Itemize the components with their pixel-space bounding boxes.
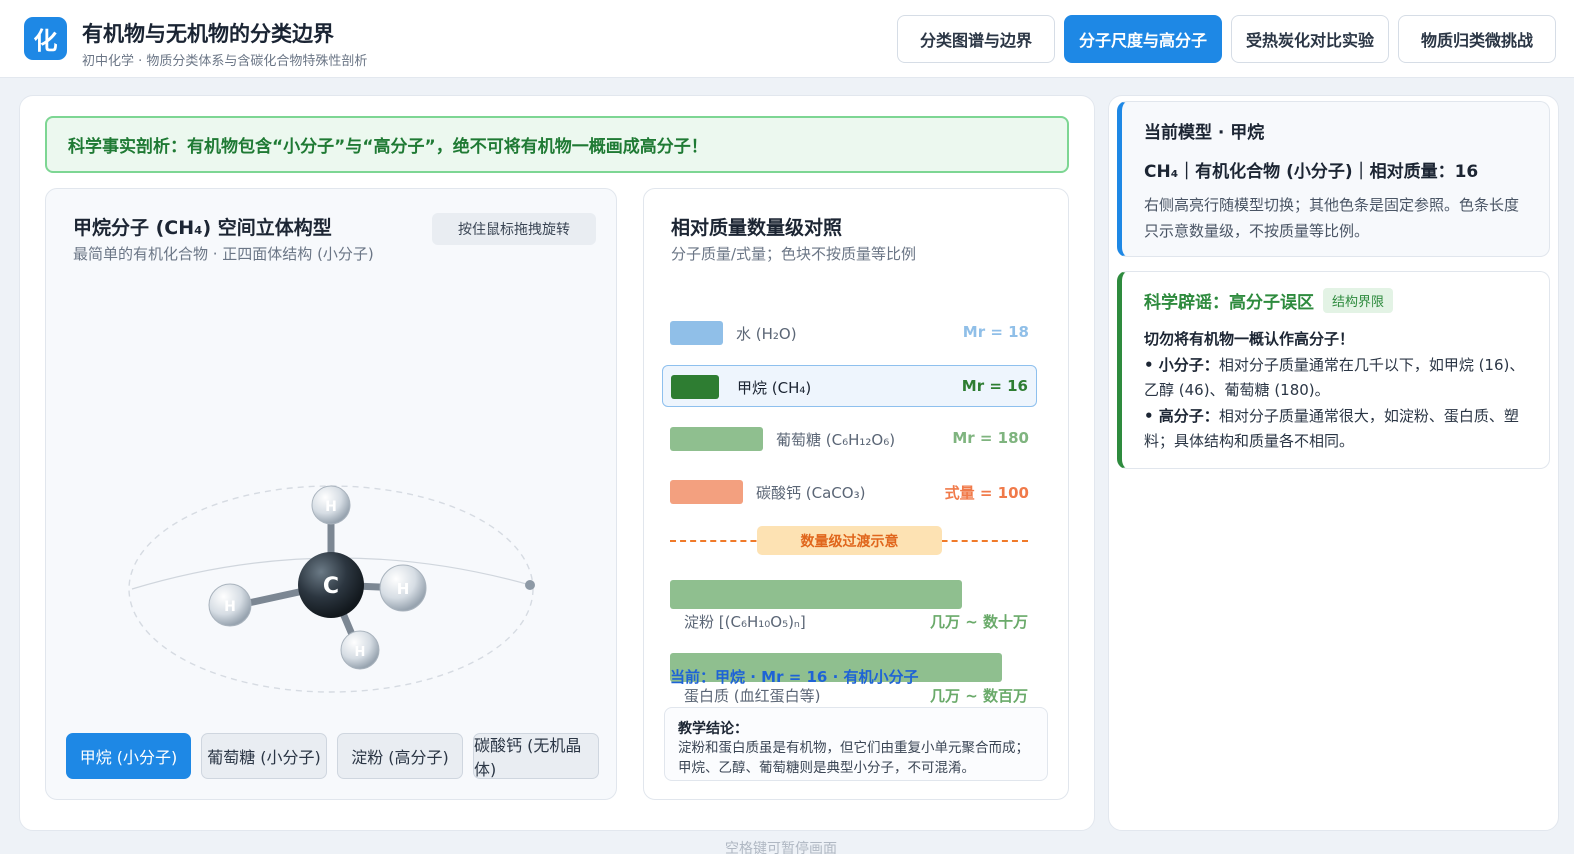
svg-text:H: H <box>325 499 337 515</box>
myth-badge: 结构界限 <box>1323 288 1394 313</box>
methane-3d-model[interactable]: H H C H H <box>46 279 618 719</box>
scale-row-mr: 式量 = 100 <box>944 484 1029 502</box>
mass-scale-panel: 相对质量数量级对照 分子质量/式量；色块不按质量等比例 水 (H₂O) Mr =… <box>643 188 1069 800</box>
fact-banner: 科学事实剖析：有机物包含“小分子”与“高分子”，绝不可将有机物一概画成高分子！ <box>45 116 1069 173</box>
orbit-dot <box>525 580 535 590</box>
molecule-model-panel: 甲烷分子 (CH₄) 空间立体构型 最简单的有机化合物 · 正四面体结构 (小分… <box>45 188 617 800</box>
starch-bar <box>670 580 962 609</box>
scale-row-name: 葡萄糖 (C₆H₁₂O₆) <box>776 431 896 449</box>
scale-bar <box>670 480 743 504</box>
protein-range: 几万 ~ 数百万 <box>929 687 1028 705</box>
myth-body: 切勿将有机物一概认作高分子！ • 小分子：相对分子质量通常在几千以下，如甲烷 (… <box>1144 327 1531 455</box>
info-sidebar: 当前模型 · 甲烷 CH₄｜有机化合物 (小分子)｜相对质量：16 右侧高亮行随… <box>1108 95 1559 831</box>
svg-text:H: H <box>397 580 410 598</box>
conclusion-title: 教学结论： <box>678 721 748 737</box>
app-title: 有机物与无机物的分类边界 <box>82 22 334 46</box>
small-molecule-label: • 小分子： <box>1144 355 1219 374</box>
scale-row-water: 水 (H₂O) Mr = 18 <box>662 312 1037 354</box>
scale-row-glucose: 葡萄糖 (C₆H₁₂O₆) Mr = 180 <box>662 418 1037 460</box>
myth-head: 切勿将有机物一概认作高分子！ <box>1144 330 1355 348</box>
main-card: 科学事实剖析：有机物包含“小分子”与“高分子”，绝不可将有机物一概画成高分子！ … <box>19 95 1095 831</box>
myth-title: 科学辟谣：高分子误区 结构界限 <box>1144 288 1531 313</box>
tab-classification-challenge[interactable]: 物质归类微挑战 <box>1398 15 1556 63</box>
model-button-glucose[interactable]: 葡萄糖 (小分子) <box>201 733 327 779</box>
model-switcher: 甲烷 (小分子) 葡萄糖 (小分子) 淀粉 (高分子) 碳酸钙 (无机晶体) <box>66 733 599 779</box>
tab-classification-map[interactable]: 分类图谱与边界 <box>897 15 1055 63</box>
hydrogen-atom: H <box>311 485 351 525</box>
tab-bar: 分类图谱与边界 分子尺度与高分子 受热炭化对比实验 物质归类微挑战 <box>897 15 1556 63</box>
conclusion-line: 甲烷、乙醇、葡萄糖则是典型小分子，不可混淆。 <box>678 760 975 776</box>
scale-bar <box>671 375 719 399</box>
model-button-calcium-carbonate[interactable]: 碳酸钙 (无机晶体) <box>473 733 599 779</box>
scale-row-mr: Mr = 16 <box>961 377 1028 395</box>
tab-carbonization-experiment[interactable]: 受热炭化对比实验 <box>1231 15 1389 63</box>
macromolecule-label: • 高分子： <box>1144 406 1219 425</box>
model-title: 甲烷分子 (CH₄) 空间立体构型 <box>73 217 332 239</box>
carbon-atom: C <box>298 552 364 618</box>
current-model-indicator: 当前：甲烷 · Mr = 16 · 有机小分子 <box>670 668 919 686</box>
scale-row-name: 水 (H₂O) <box>736 325 797 343</box>
starch-name: 淀粉 [(C₆H₁₀O₅)ₙ] <box>684 613 806 631</box>
hydrogen-atom: H <box>340 630 380 670</box>
svg-text:C: C <box>323 574 339 599</box>
current-model-title: 当前模型 · 甲烷 <box>1144 123 1265 143</box>
current-model-summary: CH₄｜有机化合物 (小分子)｜相对质量：16 <box>1144 162 1479 182</box>
scale-row-name: 甲烷 (CH₄) <box>737 379 812 397</box>
myth-title-text: 科学辟谣：高分子误区 <box>1144 293 1314 313</box>
model-subtitle: 最简单的有机化合物 · 正四面体结构 (小分子) <box>73 245 374 263</box>
app-header: 化 有机物与无机物的分类边界 初中化学 · 物质分类体系与含碳化合物特殊性剖析 … <box>0 0 1574 78</box>
hydrogen-atom: H <box>379 564 427 612</box>
scale-subtitle: 分子质量/式量；色块不按质量等比例 <box>671 245 917 263</box>
model-button-methane[interactable]: 甲烷 (小分子) <box>66 733 191 779</box>
svg-text:H: H <box>355 645 366 660</box>
app-logo: 化 <box>24 17 67 60</box>
current-model-card: 当前模型 · 甲烷 CH₄｜有机化合物 (小分子)｜相对质量：16 右侧高亮行随… <box>1117 101 1550 257</box>
scale-title: 相对质量数量级对照 <box>671 217 843 239</box>
model-button-starch[interactable]: 淀粉 (高分子) <box>337 733 463 779</box>
teaching-conclusion: 教学结论： 淀粉和蛋白质虽是有机物，但它们由重复小单元聚合而成； 甲烷、乙醇、葡… <box>664 707 1048 781</box>
rotate-hint-button[interactable]: 按住鼠标拖拽旋转 <box>432 213 596 245</box>
protein-name: 蛋白质 (血红蛋白等) <box>684 687 821 705</box>
transition-label: 数量级过渡示意 <box>757 526 942 555</box>
scale-row-mr: Mr = 180 <box>952 429 1029 447</box>
app-subtitle: 初中化学 · 物质分类体系与含碳化合物特殊性剖析 <box>82 54 368 69</box>
svg-text:H: H <box>224 599 236 615</box>
scale-row-calcium-carbonate: 碳酸钙 (CaCO₃) 式量 = 100 <box>662 471 1037 513</box>
conclusion-line: 淀粉和蛋白质虽是有机物，但它们由重复小单元聚合而成； <box>678 740 1029 756</box>
scale-row-name: 碳酸钙 (CaCO₃) <box>756 484 866 502</box>
scale-bar <box>670 427 763 451</box>
scale-row-methane: 甲烷 (CH₄) Mr = 16 <box>662 365 1037 407</box>
footer-hint: 空格键可暂停画面 <box>725 841 837 854</box>
starch-range: 几万 ~ 数十万 <box>929 613 1028 631</box>
scale-row-mr: Mr = 18 <box>962 323 1029 341</box>
hydrogen-atom: H <box>208 583 252 627</box>
current-model-note: 右侧高亮行随模型切换；其他色条是固定参照。色条长度只示意数量级，不按质量等比例。 <box>1144 196 1520 240</box>
myth-busting-card: 科学辟谣：高分子误区 结构界限 切勿将有机物一概认作高分子！ • 小分子：相对分… <box>1117 271 1550 469</box>
scale-bar <box>670 321 723 345</box>
tab-molecular-scale[interactable]: 分子尺度与高分子 <box>1064 15 1222 63</box>
